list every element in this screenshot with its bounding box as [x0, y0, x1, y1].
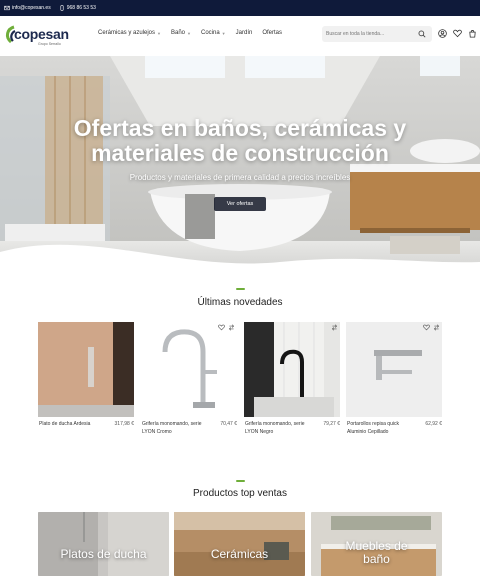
search-icon[interactable]: [418, 30, 426, 38]
heart-icon[interactable]: [453, 29, 462, 38]
site-header: copesan Grupo Serrallo Cerámicas y azule…: [0, 16, 480, 56]
product-card[interactable]: Grifería monomando, serie LYON Cromo 70,…: [141, 322, 237, 452]
product-price: 317,98 €: [114, 421, 134, 427]
category-card-ceramics[interactable]: Cerámicas: [174, 512, 305, 576]
user-icon[interactable]: [438, 29, 447, 38]
product-name[interactable]: Plato de ducha Ardesia: [39, 421, 105, 429]
heart-icon[interactable]: [218, 324, 225, 331]
search-input[interactable]: [326, 31, 418, 37]
topbar-phone-text: 968 86 53 53: [66, 5, 96, 11]
section-accent-dash: [236, 288, 245, 290]
compare-icon[interactable]: [331, 324, 338, 331]
nav-label: Baño: [171, 30, 186, 36]
logo-text: copesan: [14, 26, 69, 42]
nav-label: Cocina: [200, 30, 220, 36]
product-card[interactable]: Portarollos repisa quick Aluminio Cepill…: [346, 322, 442, 452]
product-card[interactable]: Grifería monomando, serie LYON Negro 79,…: [244, 322, 340, 452]
category-label: Muebles de baño: [345, 539, 408, 566]
header-icons: [438, 29, 477, 38]
chevron-down-icon: ▼: [221, 30, 226, 36]
topbar-email[interactable]: info@copesan.es: [4, 5, 51, 11]
hero-subtitle: Productos y materiales de primera calida…: [129, 173, 351, 182]
product-price: 79,27 €: [323, 421, 340, 427]
top-sales-categories: Platos de ducha Cerámicas Muebles de bañ…: [38, 512, 442, 576]
product-image-faucet-chrome[interactable]: [141, 322, 237, 417]
product-image-faucet-black[interactable]: [244, 322, 340, 417]
mail-icon: [4, 5, 10, 11]
nav-label: Cerámicas y azulejos: [98, 30, 156, 36]
topbar-email-text: info@copesan.es: [12, 5, 51, 11]
nav-label: Ofertas: [262, 30, 283, 36]
main-nav: Cerámicas y azulejos ▼ Baño ▼ Cocina ▼ Jard…: [98, 30, 282, 36]
category-label: Cerámicas: [210, 547, 269, 561]
nav-item-ofertas[interactable]: Ofertas: [262, 30, 282, 36]
compare-icon[interactable]: [228, 324, 235, 331]
chevron-down-icon: ▼: [157, 30, 161, 36]
product-image-shower-tray[interactable]: [38, 322, 134, 417]
section-accent-dash: [236, 480, 245, 482]
product-price: 70,47 €: [220, 421, 237, 427]
chevron-down-icon: ▼: [187, 30, 191, 36]
product-card[interactable]: Plato de ducha Ardesia 317,98 €: [38, 322, 134, 452]
phone-icon: [60, 5, 64, 11]
logo-subtext: Grupo Serrallo: [38, 42, 61, 46]
category-card-bathroom-furniture[interactable]: Muebles de baño: [311, 512, 442, 576]
product-price: 62,92 €: [425, 421, 442, 427]
latest-products: Plato de ducha Ardesia 317,98 € Grifería…: [38, 322, 442, 452]
cart-icon[interactable]: [468, 29, 477, 38]
compare-icon[interactable]: [433, 324, 440, 331]
product-name[interactable]: Grifería monomando, serie LYON Cromo: [142, 421, 208, 436]
category-card-shower-trays[interactable]: Platos de ducha: [38, 512, 169, 576]
hero-banner: Ofertas en baños, cerámicas y materiales…: [0, 56, 480, 276]
latest-section-title: Últimas novedades: [197, 297, 283, 308]
nav-item-ceramicas[interactable]: Cerámicas y azulejos ▼: [98, 30, 161, 36]
heart-icon[interactable]: [423, 324, 430, 331]
category-image: [174, 512, 305, 576]
product-image-toilet-roll-holder[interactable]: [346, 322, 442, 417]
category-label: Platos de ducha: [60, 547, 147, 561]
nav-item-bano[interactable]: Baño ▼: [171, 30, 191, 36]
top-bar: info@copesan.es 968 86 53 53: [0, 0, 480, 16]
product-name[interactable]: Portarollos repisa quick Aluminio Cepill…: [347, 421, 413, 436]
top-sales-section-title: Productos top ventas: [193, 488, 287, 499]
hero-bathroom-image: [0, 56, 480, 276]
nav-label: Jardín: [235, 30, 253, 36]
nav-item-jardin[interactable]: Jardín: [236, 30, 253, 36]
product-name[interactable]: Grifería monomando, serie LYON Negro: [245, 421, 311, 436]
hero-title: Ofertas en baños, cerámicas y materiales…: [73, 115, 407, 166]
topbar-phone[interactable]: 968 86 53 53: [59, 5, 96, 11]
search-box: [322, 26, 432, 42]
logo[interactable]: copesan Grupo Serrallo: [4, 23, 69, 49]
view-offers-button[interactable]: Ver ofertas: [214, 197, 266, 211]
nav-item-cocina[interactable]: Cocina ▼: [201, 30, 226, 36]
category-image: [38, 512, 169, 576]
